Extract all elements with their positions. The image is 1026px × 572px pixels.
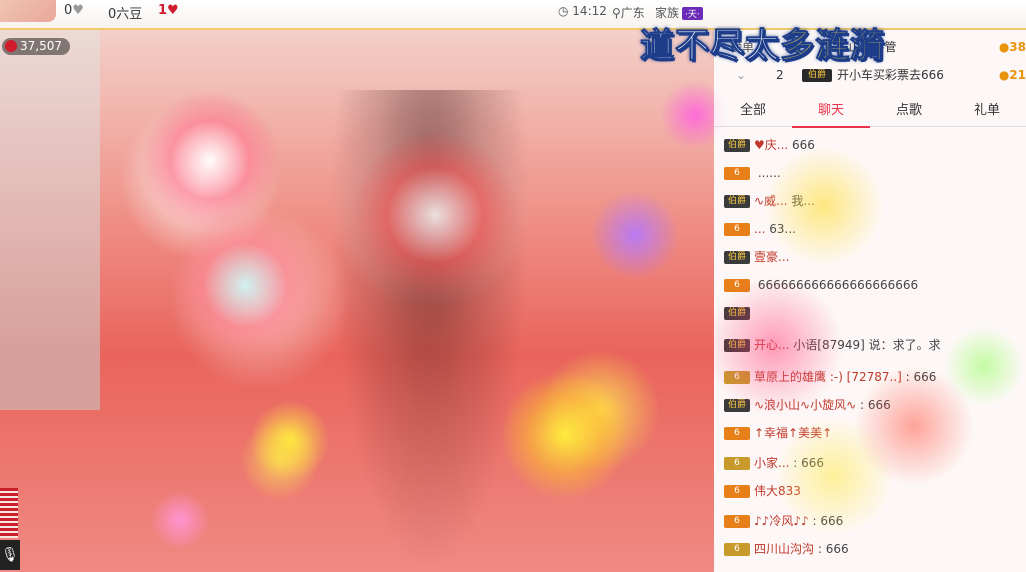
level-badge: 6: [724, 457, 750, 470]
scrolling-banner: 道不尽太多涟漪: [640, 18, 885, 67]
chat-text: 小语[87949] 说：求了。求: [793, 338, 941, 352]
chat-nick[interactable]: 开心...: [754, 338, 789, 352]
volume-bar[interactable]: [0, 488, 18, 538]
ranking-score: ●38: [999, 34, 1026, 60]
chat-message: 6 ♪♪冷风♪♪ : 666: [724, 512, 843, 530]
level-badge: 伯爵: [724, 399, 750, 412]
chat-message: 6 ↑幸福↑美美↑: [724, 424, 832, 442]
chat-nick[interactable]: ∿浪小山∿小旋风∿: [754, 398, 856, 412]
level-badge: 6: [724, 167, 750, 180]
chat-text: 63...: [769, 222, 796, 236]
panel-tabs: 全部 聊天 点歌 礼单: [714, 96, 1026, 128]
level-badge: 6: [724, 371, 750, 384]
chat-message: 6 ......: [724, 164, 781, 182]
firework-effect: [140, 90, 280, 230]
chat-nick[interactable]: ∿威...: [754, 194, 788, 208]
level-badge: 6: [724, 223, 750, 236]
viewer-count-value: 37,507: [20, 39, 62, 53]
firework-effect: [590, 190, 680, 280]
clock-icon: ◷: [558, 4, 573, 18]
likes-value: 1: [158, 3, 168, 18]
level-badge: 伯爵: [724, 339, 750, 352]
firework-effect: [350, 130, 520, 300]
level-badge: 伯爵: [724, 307, 750, 320]
avatar[interactable]: [0, 0, 56, 22]
chat-list[interactable]: 伯爵 ♥庆... 666 6 ...... 伯爵 ∿威... 我... 6... 6…: [714, 130, 1026, 572]
video-stage[interactable]: [0, 30, 730, 572]
tab-all[interactable]: 全部: [714, 96, 792, 126]
level-badge: 6: [724, 485, 750, 498]
ranking-score: ●21: [999, 62, 1026, 88]
hearts-count: 0♥: [64, 3, 84, 18]
level-badge: 6: [724, 515, 750, 528]
chat-text: 666: [913, 370, 937, 384]
level-badge: 6: [724, 543, 750, 556]
liudou-count: 0六豆: [108, 7, 143, 22]
tab-gift-list[interactable]: 礼单: [948, 96, 1026, 126]
chat-text: 666: [867, 398, 891, 412]
chat-text: 666666666666666666666: [757, 278, 919, 292]
tab-song-request[interactable]: 点歌: [870, 96, 948, 126]
chat-message: 6... 63...: [724, 220, 796, 238]
chat-text: 666: [792, 138, 815, 152]
heart-outline-icon: ♥: [72, 3, 84, 18]
chat-text: 666: [801, 456, 825, 470]
banner-text-b: 多涟漪: [780, 26, 885, 67]
chat-message: 6 666666666666666666666: [724, 276, 918, 294]
chat-message: 伯爵 开心... 小语[87949] 说：求了。求: [724, 336, 941, 354]
level-badge: 伯爵: [724, 195, 750, 208]
level-badge: 6: [724, 279, 750, 292]
coin-icon: ●: [998, 40, 1010, 54]
microphone-icon[interactable]: 🎙: [0, 540, 20, 570]
ranking-score-value: 38: [1009, 40, 1026, 54]
firework-effect: [150, 490, 210, 550]
level-badge: 6: [724, 427, 750, 440]
chat-nick[interactable]: ...: [754, 222, 765, 236]
heart-icon: ♥: [167, 3, 179, 18]
chat-message: 伯爵 壹豪...: [724, 248, 789, 266]
chat-text: 666: [820, 514, 844, 528]
viewer-count: 37,507: [2, 38, 70, 55]
chat-message: 6 小家... : 666: [724, 454, 824, 472]
chat-message: 6 四川山沟沟 : 666: [724, 540, 849, 558]
chat-nick[interactable]: 四川山沟沟: [754, 542, 814, 556]
ranking-score-value: 21: [1009, 68, 1026, 82]
time-value: 14:12: [572, 4, 607, 18]
chat-text: ......: [757, 166, 781, 180]
chat-nick[interactable]: ♪♪冷风♪♪: [754, 514, 809, 528]
firework-effect: [500, 370, 630, 500]
chat-text: 666: [825, 542, 849, 556]
chat-nick[interactable]: 小家...: [754, 456, 789, 470]
chat-message: 伯爵: [724, 304, 754, 322]
chat-nick[interactable]: 草原上的雄鹰 :-) [72787..]: [754, 370, 902, 384]
chat-message: 伯爵 ♥庆... 666: [724, 136, 815, 154]
coin-icon: ●: [998, 68, 1010, 82]
rank-badge: 伯爵: [802, 69, 832, 82]
chat-nick[interactable]: ↑幸福↑美美↑: [754, 426, 832, 440]
location-icon: ⚲: [612, 6, 621, 20]
chat-nick[interactable]: 伟大833: [754, 484, 801, 498]
level-badge: 伯爵: [724, 139, 750, 152]
chat-nick[interactable]: ♥庆...: [754, 138, 788, 152]
likes-count: 1♥: [158, 3, 179, 18]
viewer-icon: [5, 40, 17, 52]
firework-effect: [170, 210, 320, 360]
clock: ◷ 14:12: [558, 4, 607, 18]
firework-effect: [250, 400, 330, 480]
chat-text: 我...: [791, 194, 815, 208]
tab-chat[interactable]: 聊天: [792, 96, 870, 128]
chat-message: 伯爵 ∿浪小山∿小旋风∿ : 666: [724, 396, 891, 414]
chat-nick[interactable]: 壹豪...: [754, 250, 789, 264]
chat-message: 伯爵 ∿威... 我...: [724, 192, 815, 210]
level-badge: 伯爵: [724, 251, 750, 264]
chat-message: 6 伟大833: [724, 482, 801, 500]
banner-text-a: 道不尽太: [640, 26, 780, 67]
side-panel: 榜单 ...山也不管 ●38 ⌄ 2 伯爵 开小车买彩票去666 ●21 全部 …: [714, 30, 1026, 572]
chat-message: 6 草原上的雄鹰 :-) [72787..] : 666: [724, 368, 936, 386]
